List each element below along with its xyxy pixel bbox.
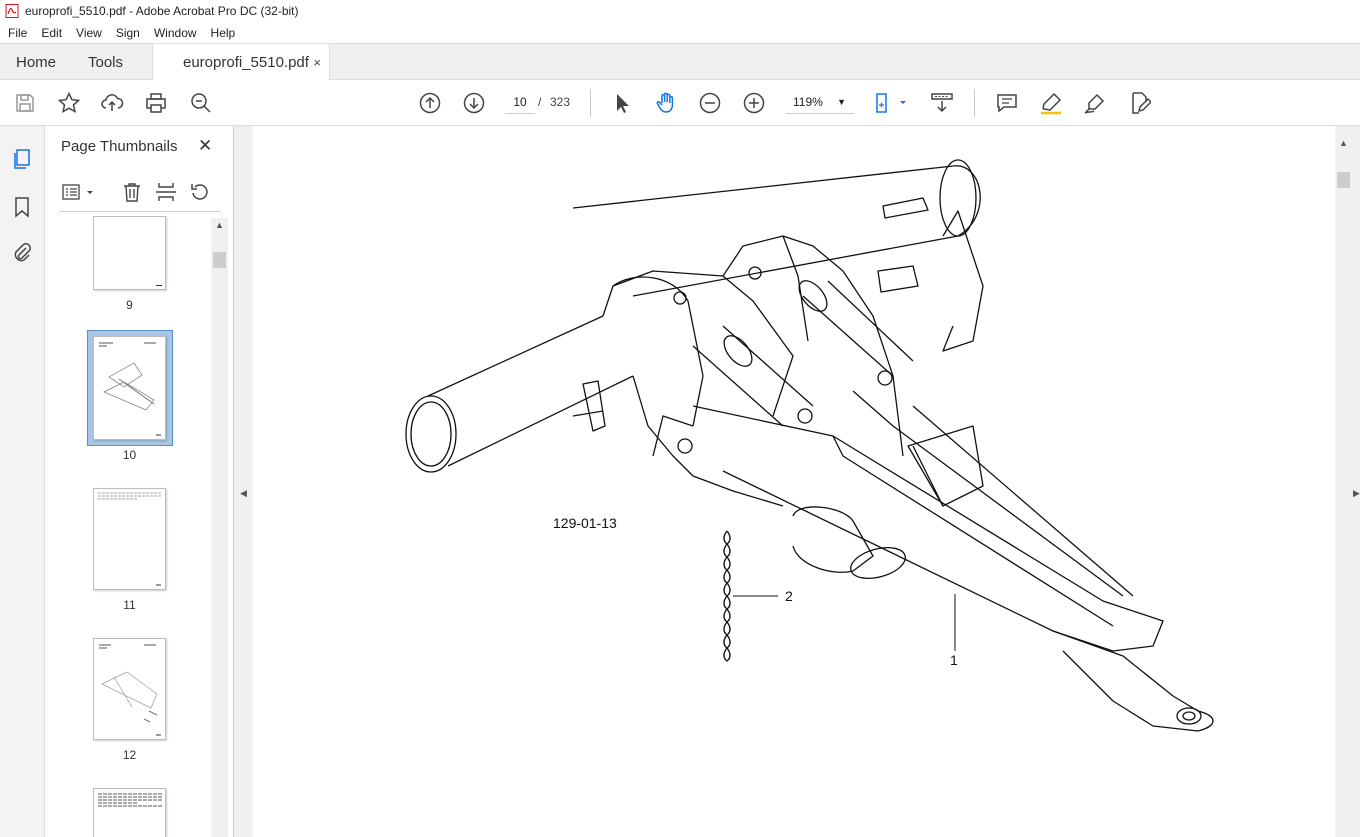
page-thumbnails-icon[interactable] xyxy=(11,148,33,170)
title-bar: europrofi_5510.pdf - Adobe Acrobat Pro D… xyxy=(0,0,1360,22)
select-arrow-icon[interactable] xyxy=(610,91,634,115)
page-number-input[interactable]: 10 xyxy=(505,90,535,114)
edit-pdf-icon[interactable] xyxy=(1127,91,1153,115)
window-title: europrofi_5510.pdf - Adobe Acrobat Pro D… xyxy=(25,4,299,18)
close-tab-icon[interactable]: × xyxy=(313,55,321,70)
thumbnail-page[interactable] xyxy=(93,336,166,440)
tab-document-label: europrofi_5510.pdf xyxy=(183,54,309,71)
toolbar-divider xyxy=(974,89,975,117)
thumbnail-page[interactable] xyxy=(93,488,166,590)
callout-2: 2 xyxy=(785,588,793,604)
comment-icon[interactable] xyxy=(995,91,1019,115)
panel-collapse-strip[interactable]: ◀ xyxy=(234,126,253,837)
page-separator: / xyxy=(538,95,542,109)
document-scrollbar[interactable]: ▲ xyxy=(1335,126,1352,837)
thumbnail-page-number: 9 xyxy=(126,298,133,312)
thumbnail-page[interactable] xyxy=(93,638,166,740)
zoom-in-icon[interactable] xyxy=(742,91,766,115)
tab-tools[interactable]: Tools xyxy=(88,44,123,80)
tab-home[interactable]: Home xyxy=(16,44,56,80)
scroll-thumb[interactable] xyxy=(1337,172,1350,188)
technical-drawing xyxy=(405,159,1214,732)
drawing-code: 129-01-13 xyxy=(553,515,617,531)
zoom-out-icon[interactable] xyxy=(698,91,722,115)
thumbnail-scrollbar[interactable]: ▲ xyxy=(211,218,228,837)
attachment-icon[interactable] xyxy=(11,241,33,263)
thumbnail-page[interactable] xyxy=(93,788,166,837)
thumbnail-list: 9 10 11 12 xyxy=(45,216,211,837)
insert-page-icon[interactable] xyxy=(155,181,177,203)
upload-icon[interactable] xyxy=(100,91,124,115)
menu-file[interactable]: File xyxy=(0,26,33,40)
thumbnail-page-number: 10 xyxy=(122,448,137,462)
panel-title: Page Thumbnails xyxy=(61,138,178,155)
menu-help[interactable]: Help xyxy=(203,26,242,40)
scroll-thumb[interactable] xyxy=(213,252,226,268)
thumbnail-page-number: 12 xyxy=(122,748,137,762)
zoom-search-icon[interactable] xyxy=(189,91,213,115)
sign-icon[interactable] xyxy=(1083,91,1107,115)
menu-bar: File Edit View Sign Window Help xyxy=(0,22,1360,43)
menu-window[interactable]: Window xyxy=(146,26,203,40)
acrobat-icon xyxy=(5,4,19,18)
save-icon[interactable] xyxy=(13,91,37,115)
left-navigation-rail xyxy=(0,126,45,837)
scroll-mode-icon[interactable] xyxy=(930,91,954,115)
close-panel-icon[interactable]: ✕ xyxy=(198,136,212,156)
scroll-up-icon[interactable]: ▲ xyxy=(1339,138,1348,148)
chevron-down-icon: ▼ xyxy=(837,97,846,107)
menu-edit[interactable]: Edit xyxy=(33,26,68,40)
menu-sign[interactable]: Sign xyxy=(108,26,146,40)
right-panel-strip[interactable]: ▶ xyxy=(1352,126,1360,837)
callout-1: 1 xyxy=(950,652,958,668)
prev-page-icon[interactable] xyxy=(418,91,442,115)
thumbnail-page[interactable] xyxy=(93,216,166,290)
document-page[interactable]: 129-01-13 2 1 xyxy=(253,126,1335,837)
expand-right-panel-icon[interactable]: ▶ xyxy=(1353,488,1360,499)
page-total: 323 xyxy=(550,95,571,109)
thumbnail-options-icon[interactable] xyxy=(62,182,96,204)
zoom-level-select[interactable]: 119% ▼ xyxy=(786,90,854,114)
tab-document[interactable]: europrofi_5510.pdf × xyxy=(152,44,330,81)
next-page-icon[interactable] xyxy=(462,91,486,115)
trash-icon[interactable] xyxy=(121,181,143,203)
scroll-up-icon[interactable]: ▲ xyxy=(215,220,224,230)
toolbar-divider xyxy=(590,89,591,117)
fit-page-icon[interactable] xyxy=(874,91,910,115)
highlight-icon[interactable] xyxy=(1039,91,1063,115)
star-icon[interactable] xyxy=(57,91,81,115)
menu-view[interactable]: View xyxy=(68,26,108,40)
toolbar xyxy=(0,80,1360,126)
print-icon[interactable] xyxy=(144,91,168,115)
zoom-level-value: 119% xyxy=(793,95,823,109)
collapse-panel-icon[interactable]: ◀ xyxy=(240,488,247,499)
hand-icon[interactable] xyxy=(654,91,678,115)
thumbnail-page-number: 11 xyxy=(123,598,136,612)
panel-toolbar xyxy=(59,176,221,212)
tab-bar: Home Tools europrofi_5510.pdf × xyxy=(0,43,1360,81)
bookmark-icon[interactable] xyxy=(11,196,33,218)
thumbnails-panel: Page Thumbnails ✕ 9 10 11 12 ▲ xyxy=(45,126,234,837)
rotate-icon[interactable] xyxy=(189,181,211,203)
